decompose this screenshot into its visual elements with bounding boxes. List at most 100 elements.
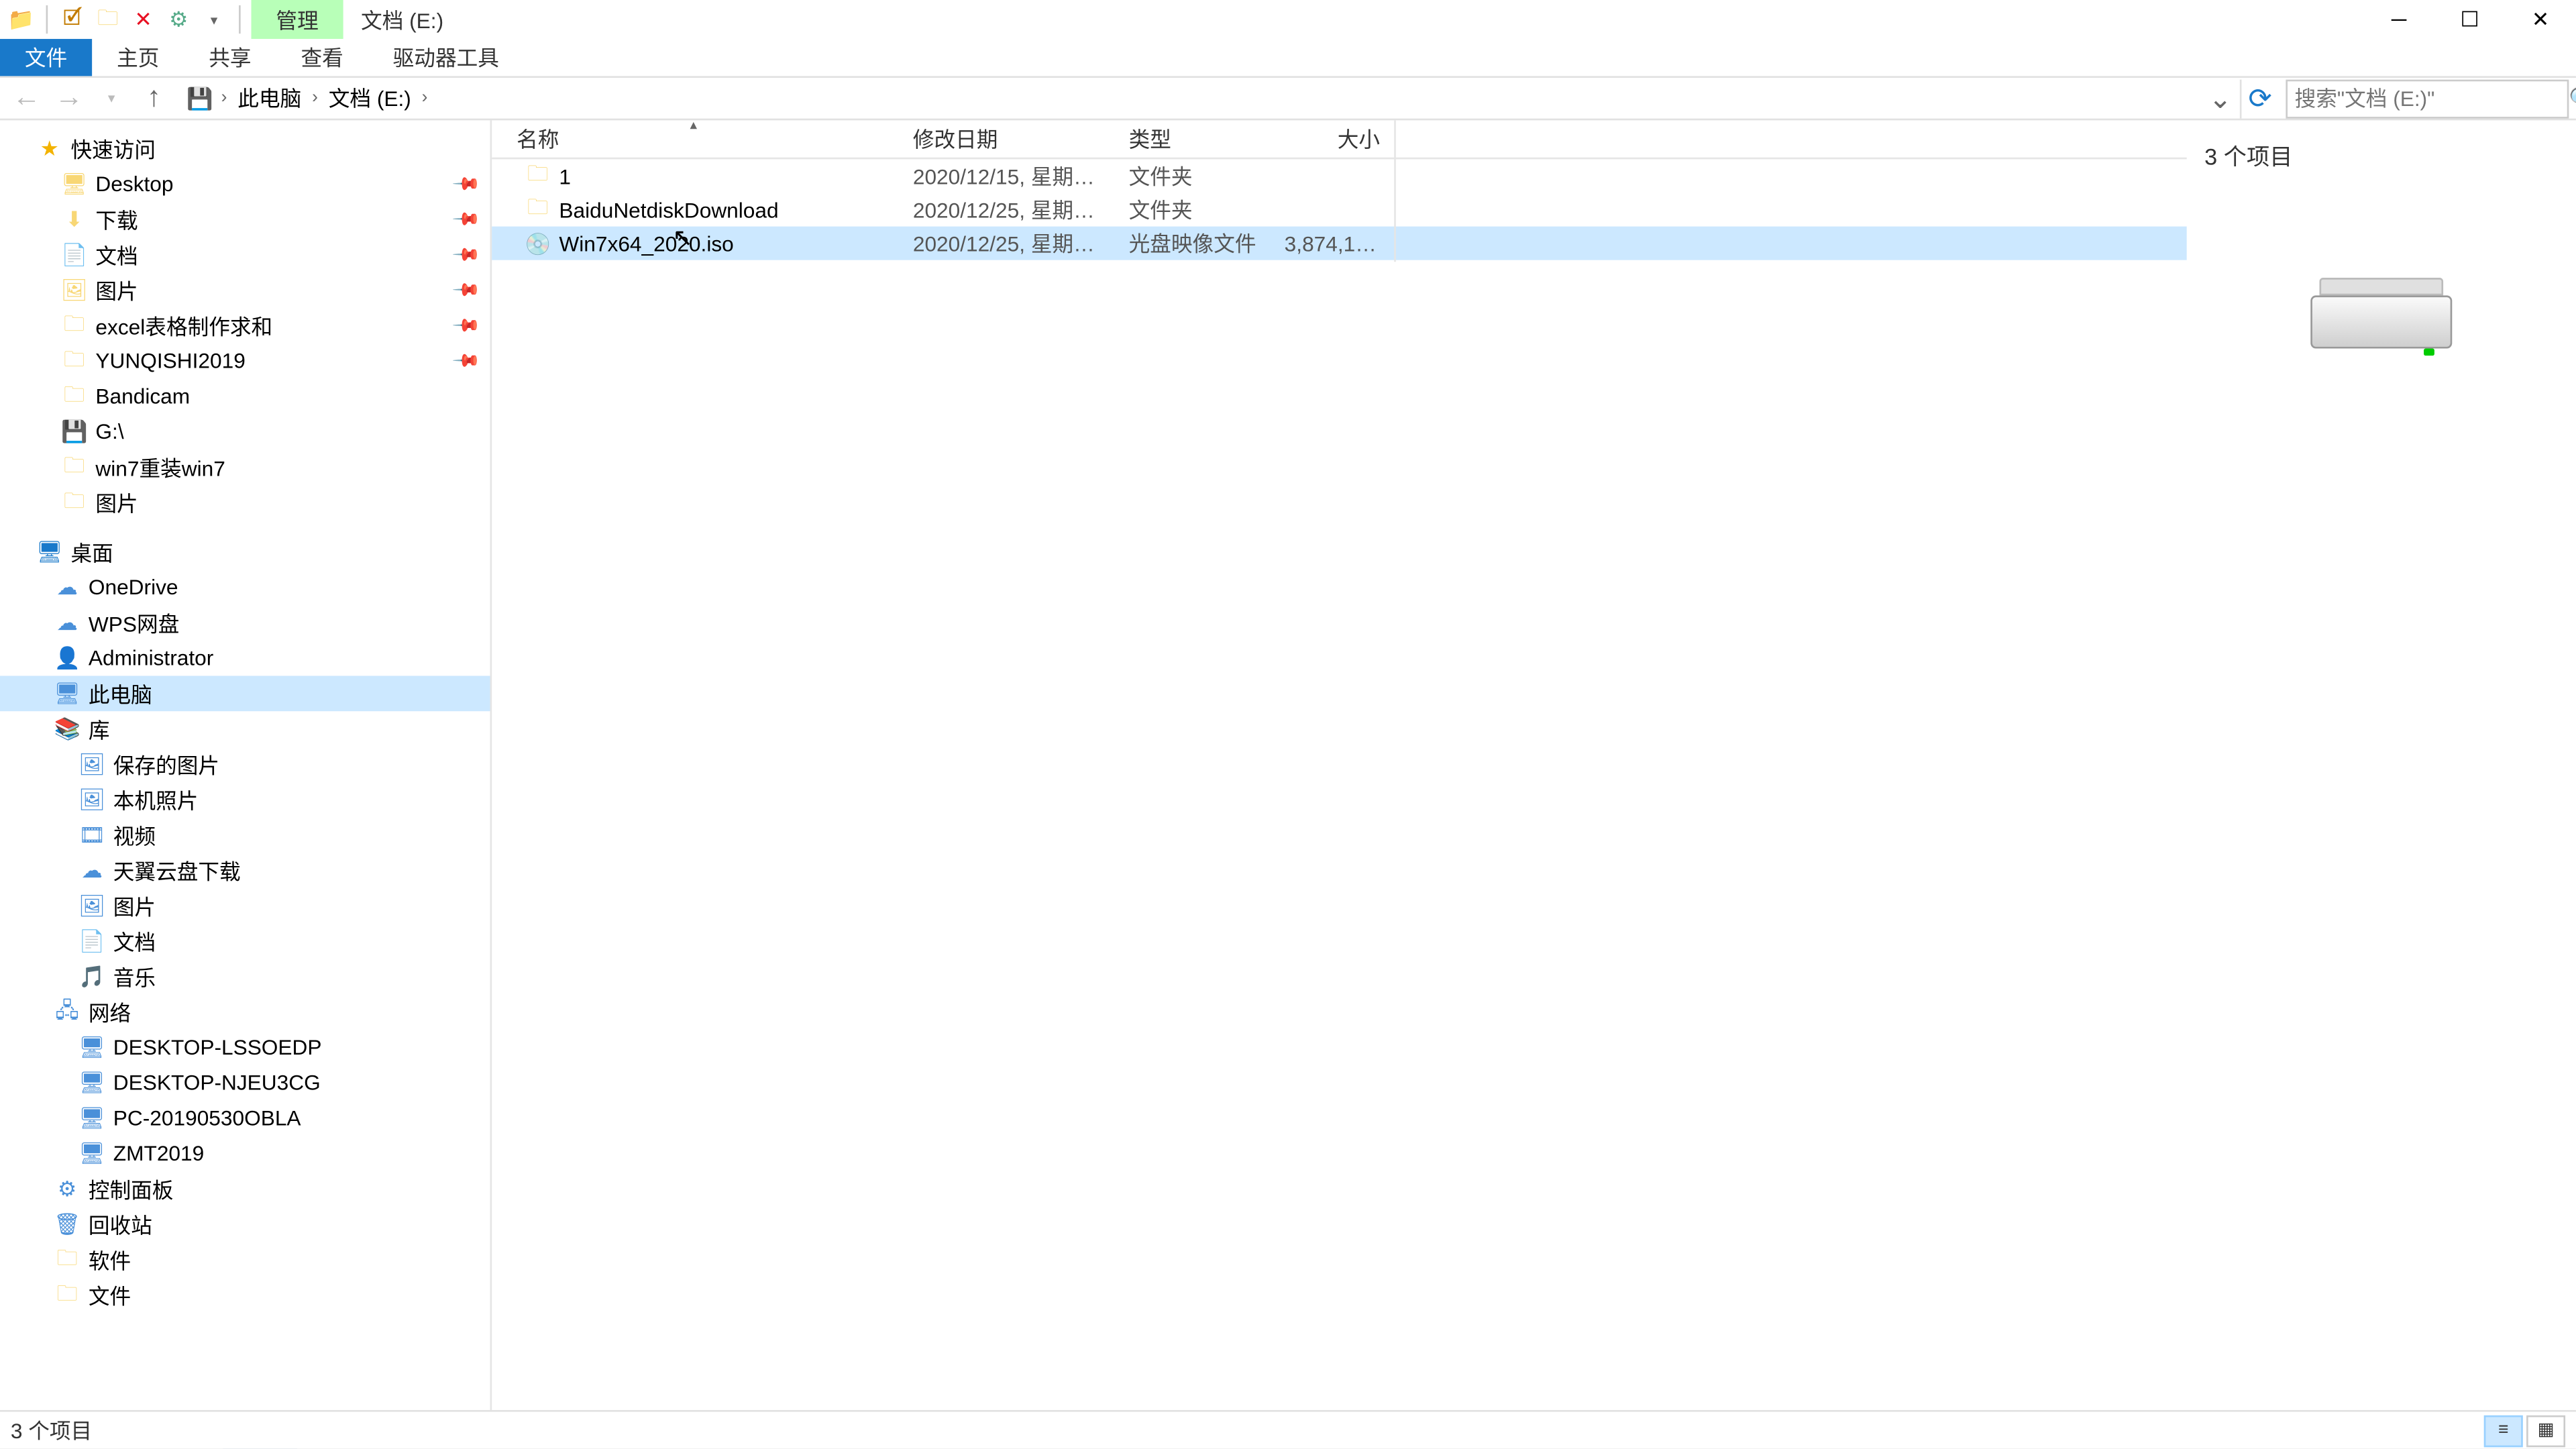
tree-item[interactable]: 🖥此电脑	[0, 676, 490, 711]
window-controls: ─ ☐ ✕	[2363, 0, 2575, 39]
ribbon-tab-view[interactable]: 查看	[276, 39, 368, 76]
tree-quick-access-item[interactable]: 🖥Desktop📌	[0, 166, 490, 202]
breadcrumb-this-pc[interactable]: 此电脑	[234, 83, 305, 113]
search-input[interactable]	[2295, 86, 2569, 111]
file-row[interactable]: 🗀1 2020/12/15, 星期二 1... 文件夹	[492, 159, 2187, 193]
doc-icon: 📄	[60, 241, 89, 269]
breadcrumb-location[interactable]: 文档 (E:)	[325, 83, 415, 113]
qat-folder-icon[interactable]: 🗀	[94, 5, 122, 34]
navigation-tree[interactable]: ★ 快速访问 🖥Desktop📌⬇下载📌📄文档📌🖼图片📌🗀excel表格制作求和…	[0, 120, 492, 1410]
tree-label: DESKTOP-NJEU3CG	[113, 1071, 321, 1095]
chevron-right-icon[interactable]: ›	[418, 89, 431, 108]
tree-item[interactable]: 📚库	[0, 711, 490, 747]
tree-item[interactable]: 🖥PC-20190530OBLA	[0, 1100, 490, 1136]
pin-icon: 📌	[450, 240, 480, 270]
tree-quick-access-item[interactable]: ⬇下载📌	[0, 202, 490, 237]
qat-dropdown-icon[interactable]: ▾	[200, 5, 228, 34]
tree-label: 文档	[95, 239, 138, 270]
tree-item[interactable]: 🗀软件	[0, 1242, 490, 1277]
tree-item[interactable]: ☁WPS网盘	[0, 605, 490, 641]
ribbon-tab-home[interactable]: 主页	[92, 39, 184, 76]
tree-item[interactable]: 📄文档	[0, 924, 490, 959]
tree-item[interactable]: 🎵音乐	[0, 959, 490, 994]
tree-item[interactable]: 🖥DESKTOP-LSSOEDP	[0, 1030, 490, 1065]
tree-item[interactable]: 🖥 DESKTOP-NJEU3CG	[0, 1065, 490, 1101]
nav-recent-dropdown[interactable]: ▾	[92, 78, 131, 117]
tree-label: 快速访问	[70, 133, 156, 164]
tree-quick-access-item[interactable]: 🗀excel表格制作求和📌	[0, 308, 490, 343]
tree-quick-access-item[interactable]: 🗀图片	[0, 485, 490, 521]
folder-icon: 🗀	[524, 195, 552, 223]
file-name: BaiduNetdiskDownload	[559, 197, 778, 222]
tree-item[interactable]: ☁OneDrive	[0, 570, 490, 605]
view-thumbnails-button[interactable]: ▦	[2526, 1415, 2565, 1446]
chevron-right-icon[interactable]: ›	[309, 89, 321, 108]
file-row[interactable]: 🗀BaiduNetdiskDownload 2020/12/25, 星期五 1.…	[492, 193, 2187, 226]
tree-label: Desktop	[95, 172, 173, 197]
tree-item[interactable]: ⚙控制面板	[0, 1171, 490, 1207]
tree-quick-access-item[interactable]: 🖼图片📌	[0, 272, 490, 308]
breadcrumb[interactable]: 💾 › 此电脑 › 文档 (E:) ›	[177, 78, 2201, 117]
status-text: 3 个项目	[11, 1415, 92, 1446]
column-header-date[interactable]: 修改日期	[888, 124, 1104, 154]
nav-forward-button[interactable]: →	[50, 78, 89, 117]
file-row[interactable]: 💿Win7x64_2020.iso 2020/12/25, 星期五 1... 光…	[492, 227, 2187, 260]
minimize-button[interactable]: ─	[2363, 0, 2434, 39]
tree-quick-access-item[interactable]: 📄文档 📌	[0, 237, 490, 272]
tree-desktop-root[interactable]: 🖥 桌面	[0, 534, 490, 570]
nav-up-button[interactable]: ↑	[134, 78, 173, 117]
details-pane: 3 个项目	[2187, 120, 2576, 1410]
qat-close-icon[interactable]: ✕	[129, 5, 158, 34]
tree-label: Administrator	[89, 646, 213, 671]
pc-net-icon: 🖥	[78, 1069, 106, 1097]
refresh-button[interactable]: ⟳	[2240, 78, 2279, 117]
column-headers: 名称▴ 修改日期 类型 大小	[492, 120, 2187, 159]
column-header-size[interactable]: 大小	[1285, 124, 1391, 154]
tree-item[interactable]: 🗀文件	[0, 1277, 490, 1313]
tree-quick-access[interactable]: ★ 快速访问	[0, 131, 490, 166]
search-icon[interactable]: 🔍	[2569, 86, 2576, 111]
tree-item[interactable]: ☁天翼云盘下载	[0, 853, 490, 888]
explorer-body: ★ 快速访问 🖥Desktop📌⬇下载📌📄文档📌🖼图片📌🗀excel表格制作求和…	[0, 120, 2576, 1410]
tree-quick-access-item[interactable]: 🗀win7重装win7	[0, 449, 490, 485]
pin-icon: 📌	[450, 205, 480, 234]
tree-label: 网络	[89, 997, 131, 1027]
tree-label: ZMT2019	[113, 1141, 204, 1166]
tree-item[interactable]: 🎞视频	[0, 817, 490, 853]
file-date: 2020/12/25, 星期五 1...	[888, 228, 1104, 258]
search-box[interactable]: 🔍	[2286, 78, 2569, 117]
tree-item[interactable]: 🖧网络	[0, 994, 490, 1030]
tree-item[interactable]: 🖼本机照片	[0, 782, 490, 818]
tree-item[interactable]: 🗑回收站	[0, 1207, 490, 1242]
address-history-dropdown[interactable]: ⌄	[2204, 80, 2236, 116]
close-button[interactable]: ✕	[2505, 0, 2575, 39]
tree-item[interactable]: 🖼图片	[0, 888, 490, 924]
view-details-button[interactable]: ≡	[2484, 1415, 2523, 1446]
ribbon-tab-share[interactable]: 共享	[184, 39, 276, 76]
qat-settings-icon[interactable]: ⚙	[164, 5, 193, 34]
tree-quick-access-item[interactable]: 🗀Bandicam	[0, 378, 490, 414]
lib-icon: 📚	[53, 714, 81, 743]
ribbon-tab-file[interactable]: 文件	[0, 39, 92, 76]
app-icon: 📁	[7, 5, 36, 34]
tree-label: 图片	[95, 488, 138, 518]
tree-label: excel表格制作求和	[95, 311, 272, 341]
pin-icon: 📌	[450, 276, 480, 305]
column-header-name[interactable]: 名称▴	[492, 124, 888, 154]
pic-icon: 🖼	[78, 786, 106, 814]
file-size: 3,874,126...	[1285, 231, 1391, 256]
tree-item[interactable]: 🖼保存的图片	[0, 747, 490, 782]
maximize-button[interactable]: ☐	[2434, 0, 2505, 39]
tree-quick-access-item[interactable]: 🗀YUNQISHI2019📌	[0, 343, 490, 379]
chevron-right-icon[interactable]: ›	[217, 89, 230, 108]
desktop-icon: 🖥	[36, 538, 64, 566]
tree-quick-access-item[interactable]: 💾G:\	[0, 414, 490, 449]
column-header-type[interactable]: 类型	[1104, 124, 1285, 154]
tree-item[interactable]: 👤Administrator	[0, 641, 490, 676]
ribbon-tab-drive-tools[interactable]: 驱动器工具	[368, 39, 524, 76]
tree-label: 文件	[89, 1280, 131, 1310]
qat-properties-icon[interactable]: 🗹	[58, 5, 87, 34]
tree-item[interactable]: 🖥ZMT2019	[0, 1136, 490, 1171]
tree-label: 文档	[113, 926, 156, 957]
nav-back-button[interactable]: ←	[7, 78, 46, 117]
